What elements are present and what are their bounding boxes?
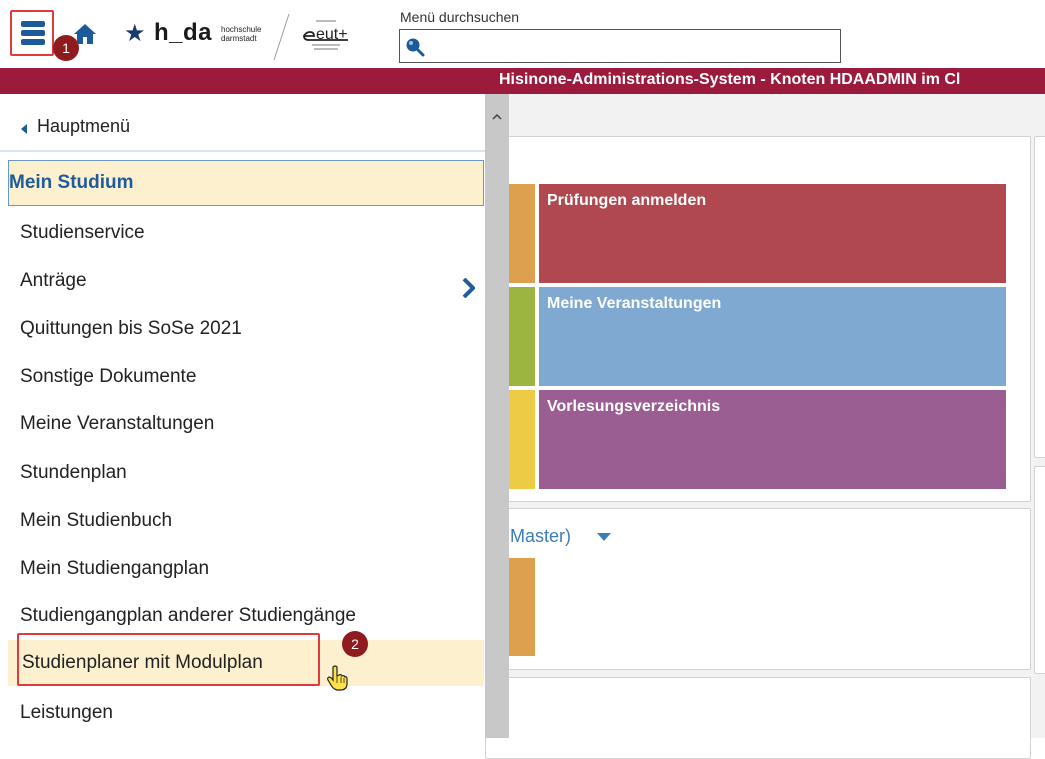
system-title-bar: Hisinone-Administrations-System - Knoten… <box>0 68 1045 94</box>
home-icon[interactable] <box>72 22 98 46</box>
tile-meine-veranstaltungen[interactable]: Meine Veranstaltungen <box>539 287 1006 386</box>
back-to-main-menu[interactable]: Hauptmenü <box>0 94 485 152</box>
dashboard-panel-side-top <box>1034 136 1045 458</box>
menu-item-stundenplan[interactable]: Stundenplan <box>8 450 484 496</box>
hda-logo[interactable]: h_da <box>154 19 212 47</box>
tile-side-orange[interactable] <box>509 184 535 283</box>
menu-button[interactable] <box>10 10 54 56</box>
tile-side-green[interactable] <box>509 287 535 386</box>
header: 1 ★ h_da hochschule darmstadt eut+ Menü … <box>0 0 1045 68</box>
menu-item-mein-studiengangplan[interactable]: Mein Studiengangplan <box>8 546 484 592</box>
menu-item-meine-veranstaltungen[interactable]: Meine Veranstaltungen <box>8 401 484 447</box>
menu-item-leistungen[interactable]: Leistungen <box>8 690 484 736</box>
svg-text:eut+: eut+ <box>316 26 348 43</box>
menu-item-studienservice[interactable]: Studienservice <box>8 210 484 256</box>
menu-item-mein-studienbuch[interactable]: Mein Studienbuch <box>8 498 484 544</box>
back-label: Hauptmenü <box>37 116 131 136</box>
hda-logo-subtext: hochschule darmstadt <box>221 25 262 43</box>
side-menu-scrollbar[interactable] <box>485 94 509 738</box>
menu-item-mein-studium[interactable]: Mein Studium <box>8 160 484 206</box>
tile-vorlesungsverzeichnis[interactable]: Vorlesungsverzeichnis <box>539 390 1006 489</box>
menu-item-antraege[interactable]: Anträge <box>8 258 484 304</box>
study-program-dropdown[interactable]: Master) <box>510 526 571 547</box>
eut-logo: eut+ <box>303 20 348 50</box>
search-field[interactable] <box>399 29 841 63</box>
annotation-highlight-box <box>17 633 320 686</box>
hand-cursor-icon <box>327 665 348 691</box>
tile-study-orange[interactable] <box>509 558 535 656</box>
chevron-down-icon[interactable] <box>596 532 612 542</box>
star-icon: ★ <box>124 20 146 47</box>
menu-item-sonstige-dokumente[interactable]: Sonstige Dokumente <box>8 354 484 400</box>
scroll-up-arrow-icon[interactable] <box>492 114 502 120</box>
annotation-badge-2: 2 <box>342 631 368 657</box>
tile-side-yellow[interactable] <box>509 390 535 489</box>
dashboard-panel-side-bottom <box>1034 466 1045 674</box>
chevron-left-icon <box>21 124 27 134</box>
dashboard-panel-bottom <box>485 677 1031 759</box>
logo-divider <box>273 14 290 60</box>
search-icon <box>406 38 425 57</box>
tile-pruefungen-anmelden[interactable]: Prüfungen anmelden <box>539 184 1006 283</box>
chevron-right-icon[interactable] <box>461 278 475 298</box>
system-title: Hisinone-Administrations-System - Knoten… <box>499 71 961 88</box>
menu-item-quittungen[interactable]: Quittungen bis SoSe 2021 <box>8 306 484 352</box>
search-label: Menü durchsuchen <box>400 9 520 25</box>
search-input[interactable] <box>428 32 837 62</box>
